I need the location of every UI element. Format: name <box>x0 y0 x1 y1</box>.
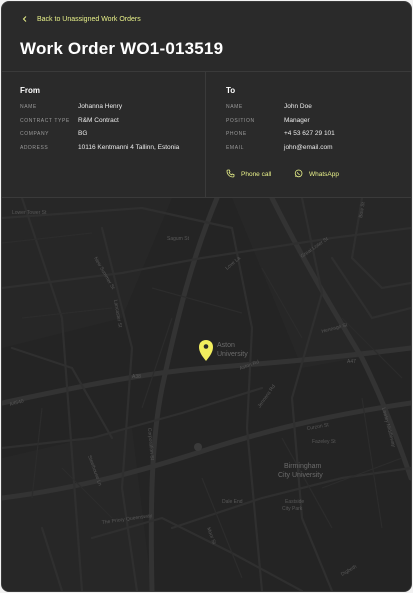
poi-label-aston: Aston <box>217 342 235 349</box>
to-position-row: POSITION Manager <box>226 117 310 124</box>
from-contract-row: CONTRACT TYPE R&M Contract <box>20 117 119 124</box>
from-heading: From <box>20 86 40 95</box>
from-name-value: Johanna Henry <box>78 103 123 110</box>
from-address-label: ADDRESS <box>20 144 49 151</box>
street-label: A47 <box>347 359 356 365</box>
from-contract-value: R&M Contract <box>78 117 119 124</box>
work-order-panel: Back to Unassigned Work Orders Work Orde… <box>1 1 412 592</box>
from-name-row: NAME Johanna Henry <box>20 103 122 110</box>
chevron-left-icon <box>21 15 29 23</box>
to-email-row: EMAIL john@email.com <box>226 144 333 151</box>
landmark-dot <box>194 443 202 451</box>
to-name-row: NAME John Doe <box>226 103 312 110</box>
poi-label-aston-2: University <box>217 351 248 358</box>
whatsapp-icon <box>294 169 303 180</box>
to-name-value: John Doe <box>284 103 312 110</box>
to-position-label: POSITION <box>226 117 255 124</box>
street-label: Sagum St <box>167 236 190 242</box>
map-canvas[interactable]: Lower Tower St Sagum St Love La Great Li… <box>2 198 411 591</box>
poi-label-bcu-2: City University <box>278 472 323 479</box>
from-contract-label: CONTRACT TYPE <box>20 117 70 124</box>
poi-label-park-2: City Park <box>282 506 303 512</box>
to-position-value: Manager <box>284 117 310 124</box>
whatsapp-label: WhatsApp <box>309 171 339 178</box>
to-heading: To <box>226 86 236 95</box>
to-email-value[interactable]: john@email.com <box>284 144 333 151</box>
poi-label-park: Eastside <box>285 499 304 505</box>
to-phone-row: PHONE +4 53 627 29 101 <box>226 130 335 137</box>
from-company-row: COMPANY BG <box>20 130 87 137</box>
to-phone-value[interactable]: +4 53 627 29 101 <box>284 130 335 137</box>
header-divider <box>2 71 411 72</box>
map-view[interactable]: Lower Tower St Sagum St Love La Great Li… <box>2 198 411 591</box>
phone-icon <box>226 169 235 180</box>
from-address-value: 10116 Kentmanni 4 Tallinn, Estonia <box>78 144 180 151</box>
street-label: Lower Tower St <box>12 210 47 216</box>
phone-call-button[interactable]: Phone call <box>226 169 271 180</box>
phone-call-label: Phone call <box>241 171 272 178</box>
street-label: Fazeley St <box>312 439 336 445</box>
from-company-value: BG <box>78 130 88 137</box>
from-address-row: ADDRESS 10116 Kentmanni 4 Tallinn, Eston… <box>20 144 179 151</box>
street-label: A38 <box>132 374 141 380</box>
to-email-label: EMAIL <box>226 144 245 151</box>
street-label: Dale End <box>222 499 243 505</box>
poi-label-bcu: Birmingham <box>284 463 322 470</box>
column-divider <box>205 72 206 197</box>
to-phone-label: PHONE <box>226 130 247 137</box>
back-link[interactable]: Back to Unassigned Work Orders <box>21 15 141 23</box>
back-link-label: Back to Unassigned Work Orders <box>37 15 141 23</box>
whatsapp-button[interactable]: WhatsApp <box>294 169 339 180</box>
from-company-label: COMPANY <box>20 130 50 137</box>
to-name-label: NAME <box>226 103 243 110</box>
from-name-label: NAME <box>20 103 37 110</box>
page-title: Work Order WO1-013519 <box>20 39 224 58</box>
